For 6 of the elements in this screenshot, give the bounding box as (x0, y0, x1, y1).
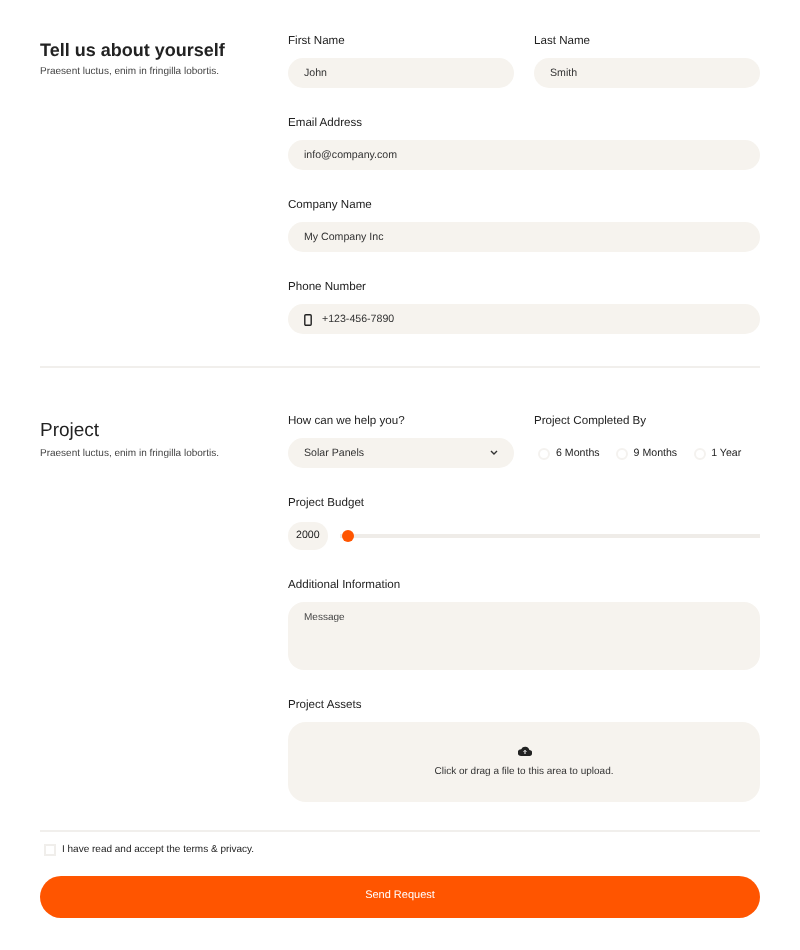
slider-thumb[interactable] (342, 529, 354, 541)
cloud-upload-icon (517, 746, 531, 756)
phone-icon (304, 313, 312, 325)
section-title: Project (40, 420, 102, 442)
section-title: Tell us about yourself (40, 40, 227, 60)
chevron-down-icon (490, 450, 498, 456)
